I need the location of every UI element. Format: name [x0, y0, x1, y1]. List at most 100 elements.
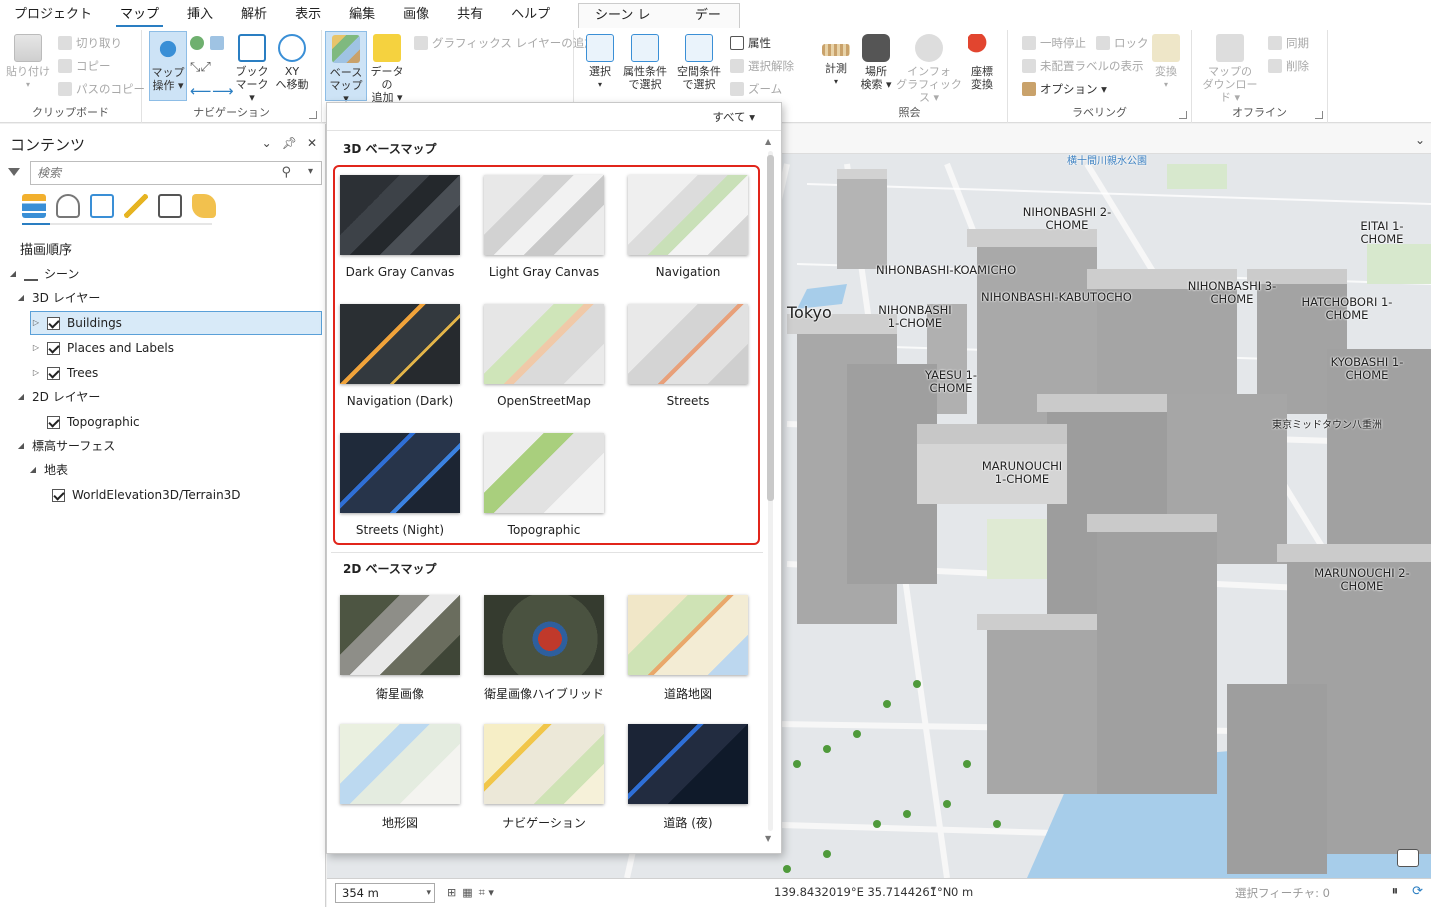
tab-edit[interactable]: 編集 [335, 0, 389, 30]
copy-button[interactable]: コピー [58, 57, 111, 75]
sync-button[interactable]: 同期 [1268, 34, 1309, 52]
labeling-view-icon[interactable] [192, 194, 216, 218]
tab-insert[interactable]: 挿入 [173, 0, 227, 30]
navigation-launcher-icon[interactable] [309, 111, 317, 119]
table-icon[interactable]: ▦ [462, 886, 472, 900]
tab-help[interactable]: ヘルプ [497, 0, 564, 30]
tree-item-ground[interactable]: ◢ 地表 [28, 458, 68, 482]
lock-labels-button[interactable]: ロック [1096, 34, 1149, 52]
expand-icon[interactable]: ▷ [31, 361, 41, 385]
basemap-tile-streets-2d[interactable]: 道路地図 [625, 593, 751, 703]
scale-selector[interactable]: 354 m [335, 883, 435, 903]
tree-item-elevation-surfaces[interactable]: ◢ 標高サーフェス [16, 434, 115, 458]
topographic-checkbox[interactable] [47, 415, 60, 429]
collapse-icon[interactable]: ◢ [16, 385, 26, 409]
unplaced-labels-button[interactable]: 未配置ラベルの表示 [1022, 57, 1144, 75]
convert-labels-button[interactable]: 変換 ▾ [1146, 34, 1186, 91]
trees-checkbox[interactable] [47, 366, 60, 380]
basemap-tile-streets-night-2d[interactable]: 道路 (夜) [625, 722, 751, 832]
expand-icon[interactable]: ▷ [31, 311, 41, 335]
basemap-tile-imagery-hybrid[interactable]: 衛星画像ハイブリッド [481, 593, 607, 703]
coordinate-format-dropdown-icon[interactable]: ▾ [931, 884, 936, 895]
pin-pane-icon[interactable]: 📌︎ [282, 136, 297, 150]
basemap-tile-navigation-dark[interactable]: Navigation (Dark) [337, 302, 463, 412]
collapse-icon[interactable]: ◢ [16, 434, 26, 458]
search-dropdown-icon[interactable]: ▾ [308, 166, 313, 177]
add-data-button[interactable]: データの 追加 ▾ [366, 34, 408, 104]
full-extent-button[interactable] [190, 34, 208, 52]
tree-item-places-labels[interactable]: ▷ Places and Labels [31, 336, 174, 360]
refresh-icon[interactable]: ⟳ [1412, 884, 1423, 899]
bookmarks-button[interactable]: ブック マーク ▾ [234, 34, 270, 104]
scrollbar-thumb[interactable] [767, 155, 774, 501]
collapse-icon[interactable]: ◢ [28, 458, 38, 482]
buildings-checkbox[interactable] [47, 316, 60, 330]
tree-item-3d-layers[interactable]: ◢ 3D レイヤー [16, 286, 100, 310]
zoom-to-selection-button[interactable] [210, 34, 228, 52]
tab-view[interactable]: 表示 [281, 0, 335, 30]
collapse-icon[interactable]: ◢ [16, 286, 26, 310]
attributes-button[interactable]: 属性 [730, 34, 771, 52]
places-labels-checkbox[interactable] [47, 341, 60, 355]
convert-coordinates-button[interactable]: 座標 変換 [962, 34, 1002, 91]
remove-offline-button[interactable]: 削除 [1268, 57, 1309, 75]
expand-icon[interactable]: ▷ [31, 336, 41, 360]
selection-view-icon[interactable] [90, 194, 114, 218]
basemap-button[interactable]: ベース マップ ▾ [325, 31, 367, 105]
snapping-icon[interactable]: ⌗ ▾ [479, 886, 494, 900]
filter-icon[interactable] [8, 168, 20, 176]
view-menu-chevron-icon[interactable]: ⌄ [1415, 133, 1425, 147]
basemap-tile-light-gray-canvas[interactable]: Light Gray Canvas [481, 173, 607, 283]
tab-scene-layer[interactable]: シーン レイヤー [579, 4, 679, 47]
basemap-tile-topographic-3d[interactable]: Topographic [481, 431, 607, 541]
draw-order-icon[interactable] [22, 194, 46, 218]
download-map-button[interactable]: マップの ダウンロード ▾ [1198, 34, 1262, 104]
paste-button[interactable]: 貼り付け ▾ [6, 34, 50, 91]
offline-launcher-icon[interactable] [1315, 111, 1323, 119]
add-graphics-layer-button[interactable]: グラフィックス レイヤーの追加 [414, 34, 596, 52]
snapping-view-icon[interactable] [158, 194, 182, 218]
world-elevation-checkbox[interactable] [52, 488, 65, 502]
tab-imagery[interactable]: 画像 [389, 0, 443, 30]
pause-drawing-icon[interactable]: ⏸ [1392, 884, 1399, 899]
basemap-tile-imagery[interactable]: 衛星画像 [337, 593, 463, 703]
search-icon[interactable]: ⚲ [281, 165, 291, 180]
search-input[interactable] [31, 162, 271, 184]
basemap-tile-dark-gray-canvas[interactable]: Dark Gray Canvas [337, 173, 463, 283]
fixed-zoom-button[interactable]: ⤡⤢ [190, 58, 211, 76]
go-to-xy-button[interactable]: XY へ移動 [274, 34, 310, 91]
gallery-filter-dropdown[interactable]: すべて ▾ [712, 109, 755, 125]
tree-item-topographic[interactable]: Topographic [31, 410, 140, 434]
tree-item-scene[interactable]: ◢ シーン [8, 262, 79, 286]
clear-selection-button[interactable]: 選択解除 [730, 57, 794, 75]
next-extent-button[interactable]: ⟶ [212, 82, 234, 100]
basemap-tile-topographic-2d[interactable]: 地形図 [337, 722, 463, 832]
labeling-launcher-icon[interactable] [1179, 111, 1187, 119]
gallery-scrollbar[interactable]: ▲ ▼ [765, 137, 775, 843]
copy-path-button[interactable]: パスのコピー [58, 80, 145, 98]
basemap-tile-streets[interactable]: Streets [625, 302, 751, 412]
label-options-button[interactable]: オプション ▾ [1022, 80, 1107, 98]
tab-project[interactable]: プロジェクト [0, 0, 106, 30]
select-by-attributes-button[interactable]: 属性条件 で選択 [620, 34, 670, 91]
tree-item-world-elevation[interactable]: WorldElevation3D/Terrain3D [52, 483, 241, 507]
pause-labels-button[interactable]: 一時停止 [1022, 34, 1086, 52]
basemap-tile-navigation-2d[interactable]: ナビゲーション [481, 722, 607, 832]
select-button[interactable]: 選択 ▾ [582, 34, 618, 91]
tab-share[interactable]: 共有 [443, 0, 497, 30]
basemap-tile-openstreetmap[interactable]: OpenStreetMap [481, 302, 607, 412]
zoom-to-selection-small-button[interactable]: ズーム [730, 80, 782, 98]
editing-view-icon[interactable] [124, 194, 148, 218]
basemap-tile-streets-night[interactable]: Streets (Night) [337, 431, 463, 541]
navigator-toggle-icon[interactable] [1397, 849, 1419, 867]
grid-icon[interactable]: ⊞ [447, 886, 456, 900]
basemap-tile-navigation[interactable]: Navigation [625, 173, 751, 283]
locate-button[interactable]: 場所 検索 ▾ [856, 34, 896, 91]
scroll-down-icon[interactable]: ▼ [765, 834, 771, 843]
measure-button[interactable]: 計測 ▾ [816, 34, 856, 88]
tree-item-2d-layers[interactable]: ◢ 2D レイヤー [16, 385, 100, 409]
tree-item-trees[interactable]: ▷ Trees [31, 361, 98, 385]
infographics-button[interactable]: インフォ グラフィックス ▾ [896, 34, 962, 104]
tree-item-buildings[interactable]: ▷ Buildings [30, 311, 322, 335]
previous-extent-button[interactable]: ⟵ [190, 82, 212, 100]
